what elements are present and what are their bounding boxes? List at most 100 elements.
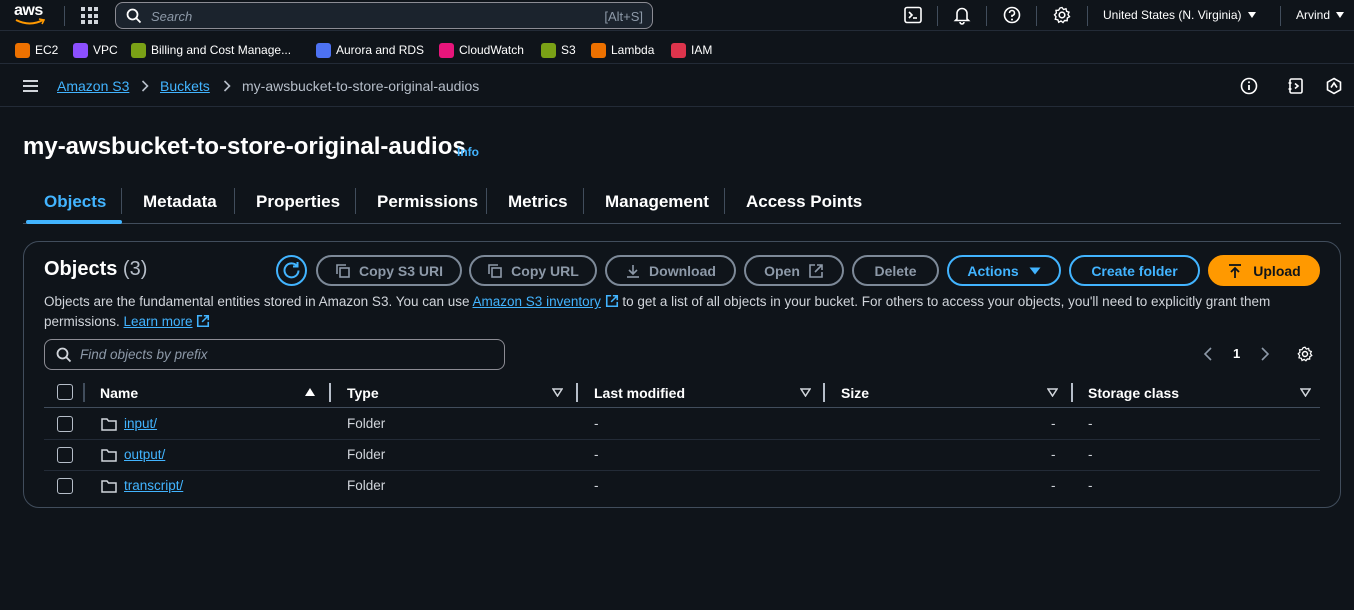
region-selector[interactable]: United States (N. Virginia) (1103, 8, 1256, 22)
column-resizer[interactable] (823, 383, 825, 402)
column-header-size[interactable]: Size (841, 385, 869, 401)
sort-icon[interactable] (552, 388, 563, 397)
create-folder-button[interactable]: Create folder (1069, 255, 1200, 286)
favorite-aurora-rds[interactable]: Aurora and RDS (316, 42, 424, 58)
global-search-input[interactable]: Search [Alt+S] (115, 2, 653, 29)
upload-button[interactable]: Upload (1208, 255, 1320, 286)
page-title: my-awsbucket-to-store-original-audios (23, 133, 466, 160)
column-resizer[interactable] (576, 383, 578, 402)
actions-dropdown-button[interactable]: Actions (947, 255, 1061, 286)
copy-s3-uri-button[interactable]: Copy S3 URI (316, 255, 462, 286)
breadcrumb-buckets[interactable]: Buckets (160, 78, 210, 94)
download-button[interactable]: Download (605, 255, 736, 286)
favorite-label: S3 (561, 43, 576, 57)
learn-more-link[interactable]: Learn more (124, 314, 193, 329)
favorite-iam[interactable]: IAM (671, 42, 712, 58)
tab-properties[interactable]: Properties (256, 192, 340, 212)
sort-icon[interactable] (800, 388, 811, 397)
tab-metadata[interactable]: Metadata (143, 192, 217, 212)
services-grid-icon[interactable] (81, 7, 98, 24)
object-size: - (1051, 416, 1056, 431)
region-label: United States (N. Virginia) (1103, 8, 1242, 22)
chevron-right-icon (223, 80, 231, 92)
object-name-link[interactable]: input/ (124, 416, 157, 431)
column-resizer[interactable] (1071, 383, 1073, 402)
topbar-divider (64, 6, 65, 26)
select-all-checkbox[interactable] (57, 384, 73, 400)
rds-icon (316, 42, 331, 58)
folder-icon (101, 480, 117, 493)
open-button[interactable]: Open (744, 255, 844, 286)
actions-label: Actions (967, 262, 1019, 279)
find-objects-input[interactable]: Find objects by prefix (44, 339, 505, 370)
column-header-name[interactable]: Name (100, 385, 138, 401)
tab-metrics[interactable]: Metrics (508, 192, 568, 212)
upload-icon (1229, 263, 1242, 278)
notes-panel-icon[interactable] (1287, 77, 1305, 95)
active-tab-indicator (26, 220, 122, 224)
previous-page-icon[interactable] (1203, 347, 1213, 361)
topbar-divider (1036, 6, 1037, 26)
external-link-icon (809, 263, 823, 278)
tab-separator (583, 188, 584, 214)
favorite-ec2[interactable]: EC2 (15, 42, 58, 58)
cloudshell-icon[interactable] (903, 5, 923, 25)
favorite-label: VPC (93, 43, 118, 57)
tab-separator (724, 188, 725, 214)
object-name-link[interactable]: transcript/ (124, 478, 183, 493)
topbar-divider (937, 6, 938, 26)
settings-gear-icon[interactable] (1052, 5, 1072, 25)
caret-down-icon (1247, 12, 1256, 18)
tab-separator (121, 188, 122, 214)
row-checkbox[interactable] (57, 416, 73, 432)
sort-ascending-icon[interactable] (305, 388, 315, 396)
column-header-last-modified[interactable]: Last modified (594, 385, 685, 401)
chevron-right-icon (141, 80, 149, 92)
folder-icon (101, 449, 117, 462)
favorite-label: CloudWatch (459, 43, 524, 57)
open-label: Open (764, 262, 800, 279)
sort-icon[interactable] (1047, 388, 1058, 397)
column-resizer[interactable] (329, 383, 331, 402)
notifications-bell-icon[interactable] (952, 5, 972, 25)
favorite-billing[interactable]: Billing and Cost Manage... (131, 42, 291, 58)
delete-button[interactable]: Delete (852, 255, 939, 286)
breadcrumb-amazon-s3[interactable]: Amazon S3 (57, 78, 129, 94)
tab-access-points[interactable]: Access Points (746, 192, 862, 212)
filter-placeholder: Find objects by prefix (80, 347, 208, 362)
sort-icon[interactable] (1300, 388, 1311, 397)
favorite-lambda[interactable]: Lambda (591, 42, 654, 58)
tab-management[interactable]: Management (605, 192, 709, 212)
hamburger-menu-icon[interactable] (23, 80, 38, 92)
object-last-modified: - (594, 416, 599, 431)
table-settings-gear-icon[interactable] (1296, 345, 1314, 363)
favorite-label: Lambda (611, 43, 655, 57)
s3-inventory-link[interactable]: Amazon S3 inventory (473, 294, 601, 309)
next-page-icon[interactable] (1260, 347, 1270, 361)
account-menu[interactable]: Arvind (1296, 8, 1345, 22)
account-name: Arvind (1296, 8, 1331, 22)
feedback-hex-icon[interactable] (1325, 77, 1343, 95)
aws-logo[interactable]: aws (14, 3, 50, 27)
help-icon[interactable] (1002, 5, 1022, 25)
vpc-icon (73, 42, 88, 58)
column-header-storage-class[interactable]: Storage class (1088, 385, 1179, 401)
favorite-vpc[interactable]: VPC (73, 42, 118, 58)
page-number[interactable]: 1 (1233, 346, 1240, 361)
copy-url-button[interactable]: Copy URL (469, 255, 597, 286)
info-panel-icon[interactable] (1240, 77, 1258, 95)
row-checkbox[interactable] (57, 478, 73, 494)
info-link[interactable]: Info (457, 145, 479, 159)
favorite-s3[interactable]: S3 (541, 42, 576, 58)
topbar-divider (1280, 6, 1281, 26)
object-name-link[interactable]: output/ (124, 447, 165, 462)
favorite-label: EC2 (35, 43, 59, 57)
favorite-label: Billing and Cost Manage... (151, 43, 292, 57)
external-link-icon (197, 314, 210, 328)
tab-objects[interactable]: Objects (44, 192, 106, 212)
row-checkbox[interactable] (57, 447, 73, 463)
tab-permissions[interactable]: Permissions (377, 192, 478, 212)
refresh-button[interactable] (276, 255, 307, 286)
favorite-cloudwatch[interactable]: CloudWatch (439, 42, 524, 58)
column-header-type[interactable]: Type (347, 385, 379, 401)
